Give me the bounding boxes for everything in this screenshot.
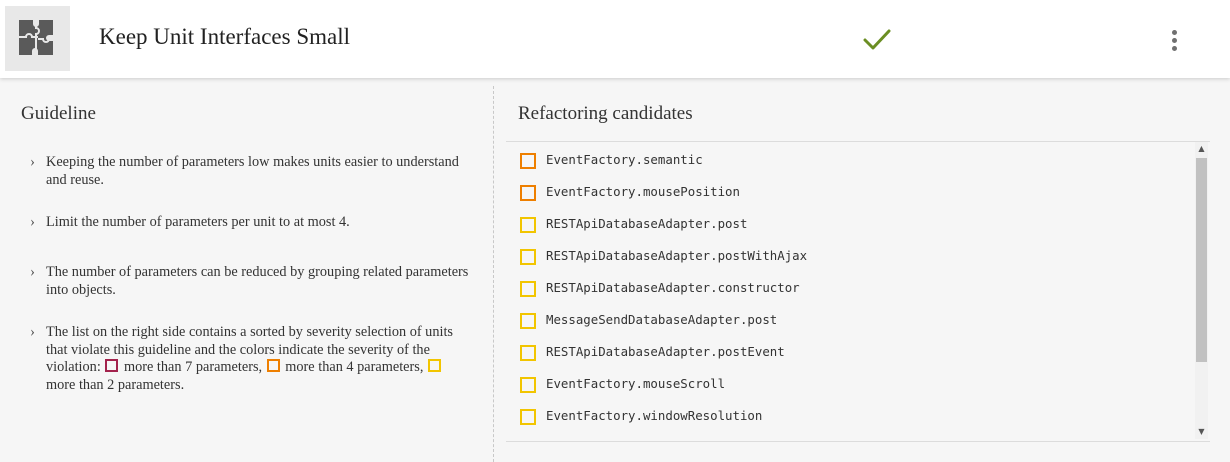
list-item[interactable]: EventFactory.mouseScroll — [506, 368, 1196, 400]
severity-high-label: more than 7 parameters, — [123, 359, 263, 375]
page-title: Keep Unit Interfaces Small — [99, 24, 350, 49]
severity-medium-swatch — [266, 359, 280, 372]
severity-checkbox[interactable] — [520, 441, 536, 442]
scroll-thumb[interactable] — [1196, 158, 1207, 362]
more-options-button[interactable] — [1164, 26, 1186, 56]
guideline-item-text: The number of parameters can be reduced … — [46, 264, 469, 298]
chevron-right-icon: › — [30, 264, 35, 280]
list-item[interactable]: RESTApiDatabaseAdapter.post — [506, 208, 1196, 240]
guideline-item: › The number of parameters can be reduce… — [30, 264, 470, 299]
guideline-item-text: Limit the number of parameters per unit … — [46, 214, 350, 230]
list-item-label: RESTApiDatabaseAdapter.post — [546, 216, 748, 231]
list-item[interactable]: RESTApiDatabaseAdapter.postEvent — [506, 336, 1196, 368]
more-vertical-icon — [1172, 30, 1177, 35]
list-item-label: EventFactory.semantic — [546, 152, 703, 167]
severity-low-swatch — [428, 359, 442, 372]
severity-checkbox[interactable] — [520, 313, 536, 329]
header-bar: Keep Unit Interfaces Small — [0, 0, 1230, 78]
severity-checkbox[interactable] — [520, 153, 536, 169]
list-item-label: EventFactory.mouseScroll — [546, 376, 726, 391]
refactoring-title: Refactoring candidates — [518, 103, 693, 124]
chevron-right-icon: › — [30, 324, 35, 340]
list-item[interactable]: RESTApiDatabaseAdapter.constructor — [506, 272, 1196, 304]
scroll-up-icon[interactable]: ▲ — [1195, 142, 1208, 156]
list-item-label: MessageSendDatabaseAdapter.post — [546, 312, 778, 327]
guideline-item-text: The list on the right side contains a so… — [46, 324, 470, 394]
severity-checkbox[interactable] — [520, 345, 536, 361]
guideline-title: Guideline — [21, 103, 96, 124]
list-item[interactable]: EventFactory.semantic — [506, 144, 1196, 176]
list-item[interactable] — [506, 432, 1196, 442]
list-item-label: RESTApiDatabaseAdapter.postEvent — [546, 344, 785, 359]
list-item-label: EventFactory.windowResolution — [546, 408, 763, 423]
check-icon — [863, 29, 891, 50]
list-item[interactable]: MessageSendDatabaseAdapter.post — [506, 304, 1196, 336]
severity-checkbox[interactable] — [520, 409, 536, 425]
panel-divider — [493, 86, 494, 462]
scrollbar[interactable]: ▲ ▼ — [1195, 142, 1208, 439]
list-item[interactable]: RESTApiDatabaseAdapter.postWithAjax — [506, 240, 1196, 272]
guideline-item: › Limit the number of parameters per uni… — [30, 214, 470, 232]
refactoring-list[interactable]: EventFactory.semantic EventFactory.mouseP… — [506, 141, 1210, 442]
list-item-label: RESTApiDatabaseAdapter.constructor — [546, 280, 800, 295]
guideline-item: › The list on the right side contains a … — [30, 324, 470, 394]
scroll-down-icon[interactable]: ▼ — [1195, 425, 1208, 439]
puzzle-icon — [19, 20, 53, 55]
list-item[interactable]: EventFactory.mousePosition — [506, 176, 1196, 208]
list-item-label: RESTApiDatabaseAdapter.postWithAjax — [546, 248, 808, 263]
more-vertical-icon — [1172, 46, 1177, 51]
more-vertical-icon — [1172, 38, 1177, 43]
guideline-item: › Keeping the number of parameters low m… — [30, 154, 470, 189]
severity-high-swatch — [105, 359, 119, 372]
severity-checkbox[interactable] — [520, 281, 536, 297]
list-item-label: EventFactory.mousePosition — [546, 184, 740, 199]
guideline-item-text: Keeping the number of parameters low mak… — [46, 154, 459, 188]
severity-low-label: more than 2 parameters. — [46, 376, 185, 393]
logo — [5, 6, 70, 71]
list-item[interactable]: EventFactory.windowResolution — [506, 400, 1196, 432]
severity-checkbox[interactable] — [520, 185, 536, 201]
severity-medium-label: more than 4 parameters, — [285, 359, 424, 375]
chevron-right-icon: › — [30, 154, 35, 170]
severity-checkbox[interactable] — [520, 249, 536, 265]
severity-checkbox[interactable] — [520, 217, 536, 233]
severity-checkbox[interactable] — [520, 377, 536, 393]
chevron-right-icon: › — [30, 214, 35, 230]
